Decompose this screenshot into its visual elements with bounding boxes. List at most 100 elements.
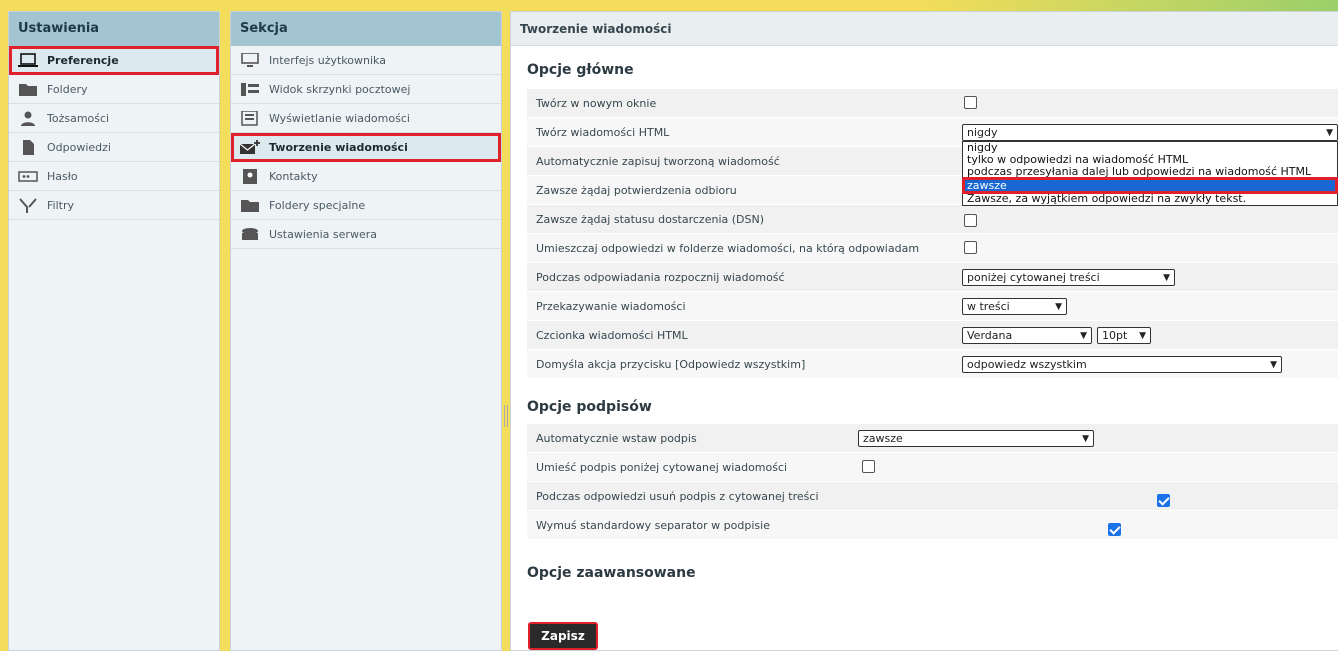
settings-item-label: Hasło: [47, 170, 78, 183]
main-panel-title: Tworzenie wiadomości: [511, 12, 1338, 46]
settings-item-label: Filtry: [47, 199, 74, 212]
section-item-contacts[interactable]: Kontakty: [231, 162, 501, 191]
option-row: Twórz w nowym oknie: [527, 89, 1338, 118]
settings-item-filters[interactable]: Filtry: [9, 191, 219, 220]
section-item-compose[interactable]: Tworzenie wiadomości: [231, 133, 501, 162]
settings-panel: Ustawienia Preferencje Foldery Tożsamośc…: [8, 11, 220, 651]
option-row: Wymuś standardowy separator w podpisie: [527, 511, 1338, 540]
contacts-icon: [243, 169, 257, 184]
section-item-label: Foldery specjalne: [269, 199, 366, 212]
option-label: Umieszczaj odpowiedzi w folderze wiadomo…: [536, 242, 920, 255]
save-button[interactable]: Zapisz: [528, 622, 598, 650]
settings-item-preferences[interactable]: Preferencje: [9, 46, 219, 75]
chevron-down-icon: ▼: [1082, 434, 1089, 444]
dropdown-option-selected[interactable]: zawsze: [962, 177, 1338, 194]
reply-all-default-select[interactable]: odpowiedz wszystkim ▼: [962, 356, 1282, 373]
html-font-select[interactable]: Verdana ▼: [962, 327, 1092, 344]
settings-item-identities[interactable]: Tożsamości: [9, 104, 219, 133]
option-label: Domyśla akcja przycisku [Odpowiedz wszys…: [536, 358, 806, 371]
option-label: Czcionka wiadomości HTML: [536, 329, 688, 342]
option-row: Podczas odpowiedzi usuń podpis z cytowan…: [527, 482, 1338, 511]
standard-separator-checkbox[interactable]: [1108, 523, 1122, 536]
select-value: poniżej cytowanej treści: [967, 271, 1100, 284]
chevron-down-icon: ▼: [1326, 128, 1333, 138]
filter-icon: [19, 198, 37, 213]
option-label: Zawsze żądaj potwierdzenia odbioru: [536, 184, 737, 197]
section-panel-title: Sekcja: [231, 12, 501, 46]
document-icon: [23, 140, 34, 155]
option-row: Zawsze żądaj statusu dostarczenia (DSN): [527, 205, 1338, 234]
option-label: Wymuś standardowy separator w podpisie: [536, 519, 770, 532]
person-icon: [21, 111, 35, 126]
settings-item-folders[interactable]: Foldery: [9, 75, 219, 104]
auto-signature-select[interactable]: zawsze ▼: [858, 430, 1094, 447]
reply-in-same-folder-checkbox[interactable]: [964, 241, 977, 254]
chevron-down-icon: ▼: [1270, 360, 1277, 370]
html-font-size-select[interactable]: 10pt ▼: [1097, 327, 1151, 344]
section-item-label: Ustawienia serwera: [269, 228, 377, 241]
password-icon: [18, 171, 38, 182]
option-label: Automatycznie wstaw podpis: [536, 432, 697, 445]
select-value: zawsze: [863, 432, 903, 445]
forward-mode-select[interactable]: w treści ▼: [962, 298, 1067, 315]
option-row: Przekazywanie wiadomości w treści ▼: [527, 292, 1338, 321]
panel-splitter[interactable]: [504, 405, 508, 427]
chevron-down-icon: ▼: [1163, 273, 1170, 283]
settings-item-label: Foldery: [47, 83, 88, 96]
folder-icon: [19, 84, 37, 96]
settings-item-label: Preferencje: [47, 54, 119, 67]
section-item-label: Kontakty: [269, 170, 318, 183]
settings-item-label: Odpowiedzi: [47, 141, 111, 154]
html-compose-dropdown: nigdy tylko w odpowiedzi na wiadomość HT…: [962, 141, 1338, 206]
html-compose-select[interactable]: nigdy ▼: [962, 124, 1338, 141]
dropdown-option[interactable]: Zawsze, za wyjątkiem odpowiedzi na zwykł…: [963, 193, 1337, 205]
settings-item-label: Tożsamości: [47, 112, 110, 125]
select-value: odpowiedz wszystkim: [967, 358, 1087, 371]
option-label: Podczas odpowiedzi usuń podpis z cytowan…: [536, 490, 819, 503]
option-row: Czcionka wiadomości HTML Verdana ▼ 10pt …: [527, 321, 1338, 350]
select-value: Verdana: [967, 329, 1013, 342]
settings-item-responses[interactable]: Odpowiedzi: [9, 133, 219, 162]
section-item-label: Widok skrzynki pocztowej: [269, 83, 411, 96]
option-row: Domyśla akcja przycisku [Odpowiedz wszys…: [527, 350, 1338, 379]
reply-mode-select[interactable]: poniżej cytowanej treści ▼: [962, 269, 1175, 286]
signature-options-heading: Opcje podpisów: [527, 399, 652, 415]
message-view-icon: [241, 111, 258, 126]
monitor-icon: [241, 53, 259, 67]
select-value: nigdy: [967, 126, 998, 139]
dropdown-option[interactable]: podczas przesyłania dalej lub odpowiedzi…: [963, 166, 1337, 178]
settings-item-password[interactable]: Hasło: [9, 162, 219, 191]
signature-below-quote-checkbox[interactable]: [862, 460, 875, 473]
section-item-mailbox-view[interactable]: Widok skrzynki pocztowej: [231, 75, 501, 104]
option-label: Zawsze żądaj statusu dostarczenia (DSN): [536, 213, 764, 226]
chevron-down-icon: ▼: [1055, 302, 1062, 312]
section-item-label: Interfejs użytkownika: [269, 54, 386, 67]
main-options-heading: Opcje główne: [527, 62, 634, 78]
select-value: 10pt: [1102, 329, 1128, 342]
strip-signature-checkbox[interactable]: [1157, 494, 1170, 507]
option-label: Przekazywanie wiadomości: [536, 300, 686, 313]
server-icon: [242, 228, 258, 240]
section-panel: Sekcja Interfejs użytkownika Widok skrzy…: [230, 11, 502, 651]
advanced-options-heading: Opcje zaawansowane: [527, 565, 696, 581]
folder-icon: [241, 200, 259, 212]
option-label: Umieść podpis poniżej cytowanej wiadomoś…: [536, 461, 788, 474]
dsn-checkbox[interactable]: [964, 214, 977, 227]
section-item-user-interface[interactable]: Interfejs użytkownika: [231, 46, 501, 75]
section-item-server-settings[interactable]: Ustawienia serwera: [231, 220, 501, 249]
option-label: Podczas odpowiadania rozpocznij wiadomoś…: [536, 271, 785, 284]
section-item-label: Wyświetlanie wiadomości: [269, 112, 410, 125]
chevron-down-icon: ▼: [1080, 331, 1087, 341]
chevron-down-icon: ▼: [1139, 331, 1146, 341]
compose-icon: [240, 140, 260, 154]
option-label: Twórz w nowym oknie: [536, 97, 657, 110]
laptop-icon: [18, 53, 38, 67]
section-item-message-display[interactable]: Wyświetlanie wiadomości: [231, 104, 501, 133]
list-icon: [241, 83, 259, 96]
compose-new-window-checkbox[interactable]: [964, 96, 977, 109]
section-item-label: Tworzenie wiadomości: [269, 141, 408, 154]
option-label: Twórz wiadomości HTML: [536, 126, 670, 139]
option-row: Automatycznie wstaw podpis zawsze ▼: [527, 424, 1338, 453]
section-item-special-folders[interactable]: Foldery specjalne: [231, 191, 501, 220]
option-row: Umieszczaj odpowiedzi w folderze wiadomo…: [527, 234, 1338, 263]
